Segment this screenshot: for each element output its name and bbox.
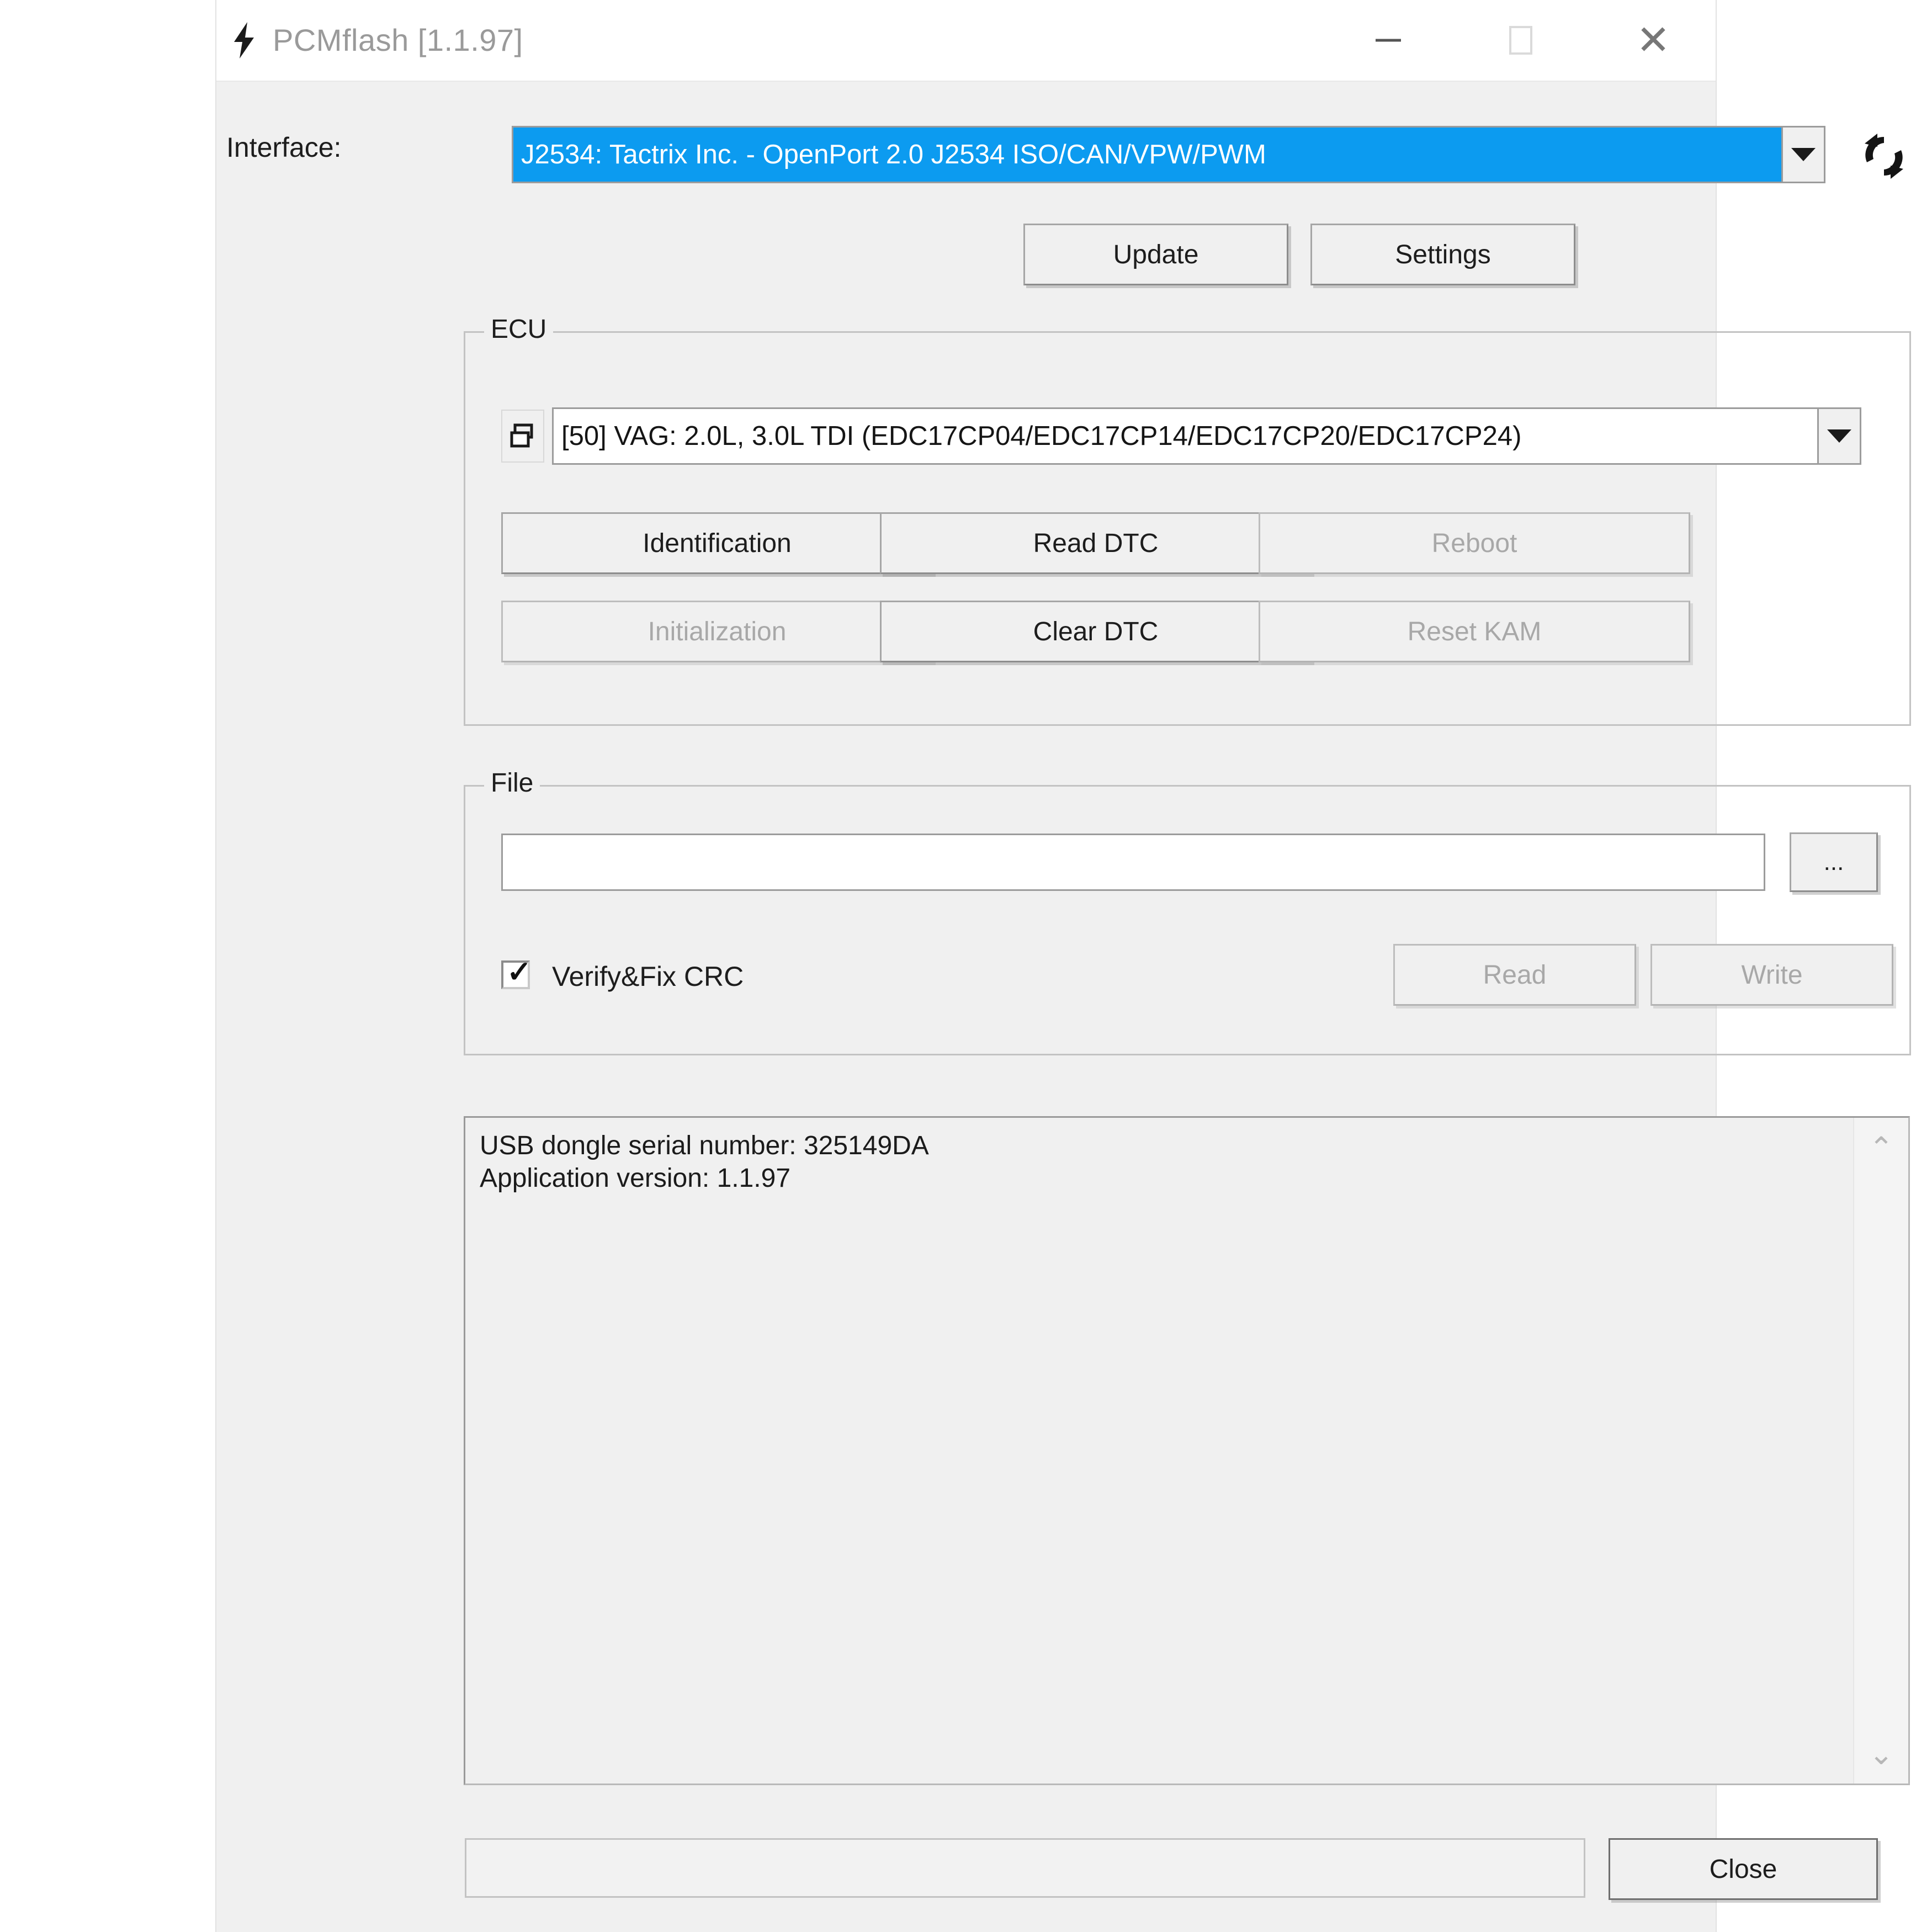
log-text: USB dongle serial number: 325149DA Appli…	[480, 1131, 929, 1193]
read-button[interactable]: Read	[1393, 944, 1636, 1006]
clear-dtc-button[interactable]: Clear DTC	[880, 601, 1312, 662]
chevron-up-icon[interactable]: ⌃	[1854, 1121, 1908, 1174]
log-scrollbar[interactable]: ⌃ ⌄	[1853, 1118, 1908, 1784]
title-bar: PCMflash [1.1.97] ✕	[216, 0, 1716, 82]
file-group-legend: File	[484, 768, 540, 798]
maximize-icon	[1509, 26, 1532, 55]
interface-combobox[interactable]: J2534: Tactrix Inc. - OpenPort 2.0 J2534…	[512, 126, 1825, 183]
chevron-down-icon[interactable]	[1817, 409, 1860, 463]
file-path-input[interactable]	[501, 834, 1765, 891]
close-button[interactable]: Close	[1609, 1838, 1878, 1900]
ecu-group-legend: ECU	[484, 314, 554, 344]
check-icon: ✓	[507, 956, 532, 989]
file-groupbox: File	[464, 768, 1911, 1055]
titlebar-divider	[216, 81, 1716, 82]
minimize-button[interactable]	[1337, 0, 1440, 81]
minimize-icon	[1376, 39, 1401, 42]
ecu-combobox[interactable]: [50] VAG: 2.0L, 3.0L TDI (EDC17CP04/EDC1…	[552, 407, 1861, 465]
interface-label: Interface:	[226, 132, 342, 163]
verify-crc-label: Verify&Fix CRC	[552, 961, 744, 992]
interface-combobox-value: J2534: Tactrix Inc. - OpenPort 2.0 J2534…	[513, 128, 1781, 182]
settings-button[interactable]: Settings	[1310, 224, 1575, 285]
progress-bar	[465, 1838, 1585, 1898]
identification-button[interactable]: Identification	[501, 512, 933, 574]
chevron-down-icon[interactable]	[1781, 128, 1824, 182]
refresh-icon[interactable]	[1860, 131, 1908, 181]
ecu-combobox-value: [50] VAG: 2.0L, 3.0L TDI (EDC17CP04/EDC1…	[561, 421, 1522, 451]
read-dtc-button[interactable]: Read DTC	[880, 512, 1312, 574]
ecu-list-icon[interactable]	[501, 410, 544, 463]
chevron-down-icon[interactable]: ⌄	[1854, 1727, 1908, 1780]
initialization-button[interactable]: Initialization	[501, 601, 933, 662]
write-button[interactable]: Write	[1650, 944, 1893, 1006]
window-title: PCMflash [1.1.97]	[273, 23, 523, 57]
log-output-pane[interactable]: USB dongle serial number: 325149DA Appli…	[464, 1116, 1910, 1785]
update-button[interactable]: Update	[1023, 224, 1288, 285]
close-icon: ✕	[1636, 17, 1671, 63]
browse-file-button[interactable]: ...	[1790, 832, 1878, 892]
reset-kam-button[interactable]: Reset KAM	[1259, 601, 1690, 662]
maximize-button[interactable]	[1469, 0, 1572, 81]
verify-crc-checkbox[interactable]: ✓	[501, 956, 532, 989]
close-window-button[interactable]: ✕	[1602, 0, 1705, 81]
lightning-bolt-icon	[229, 21, 259, 60]
reboot-button[interactable]: Reboot	[1259, 512, 1690, 574]
pcmflash-window: PCMflash [1.1.97] ✕ Interface: J2534: Ta…	[215, 0, 1911, 1932]
